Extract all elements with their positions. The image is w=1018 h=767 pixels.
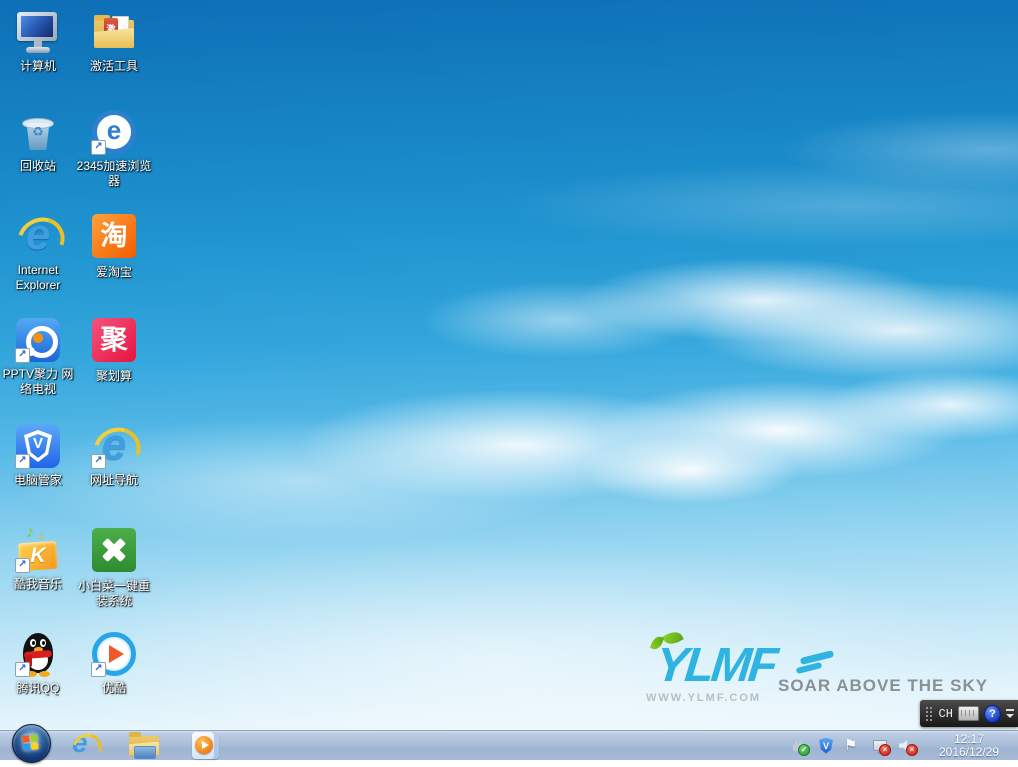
internet-explorer-icon: e ↗ bbox=[90, 422, 138, 470]
qq-penguin-icon: ↗ bbox=[14, 630, 62, 678]
ylmf-url: WWW.YLMF.COM bbox=[646, 692, 761, 704]
mute-badge-icon: × bbox=[906, 744, 918, 756]
desktop-icon-youku[interactable]: ↗ 优酷 bbox=[76, 630, 152, 696]
check-badge-icon: ✓ bbox=[798, 744, 810, 756]
desktop: 计算机 激 激活工具 ♻ 回收站 e ↗ 2345加速浏览器 e Interne… bbox=[0, 0, 1018, 760]
desktop-icon-juhuasuan[interactable]: 聚 聚划算 bbox=[76, 316, 152, 384]
desktop-icon-pptv[interactable]: ↗ PPTV聚力 网络电视 bbox=[0, 316, 76, 397]
icon-label: 计算机 bbox=[0, 59, 76, 74]
desktop-icon-tencent-qq[interactable]: ↗ 腾讯QQ bbox=[0, 630, 76, 696]
icon-label: 回收站 bbox=[0, 159, 76, 174]
recycle-bin-icon: ♻ bbox=[14, 108, 62, 156]
desktop-icon-recycle-bin[interactable]: ♻ 回收站 bbox=[0, 108, 76, 174]
icon-label: PPTV聚力 网络电视 bbox=[0, 367, 76, 397]
kuwo-music-icon: ♪♪ K ↗ bbox=[14, 526, 62, 574]
icon-label: 酷我音乐 bbox=[0, 577, 76, 592]
internet-explorer-icon: e bbox=[70, 732, 100, 760]
taskbar-clock[interactable]: 12:17 2016/12/29 bbox=[926, 733, 1018, 759]
desktop-icon-activation-tools[interactable]: 激 激活工具 bbox=[76, 8, 152, 74]
desktop-icon-url-navigation[interactable]: e ↗ 网址导航 bbox=[76, 422, 152, 488]
shortcut-arrow-icon: ↗ bbox=[15, 454, 30, 469]
desktop-icon-kuwo-music[interactable]: ♪♪ K ↗ 酷我音乐 bbox=[0, 526, 76, 592]
taobao-icon: 淘 bbox=[90, 214, 138, 262]
language-bar[interactable]: CH ? bbox=[920, 700, 1018, 727]
icon-label: 爱淘宝 bbox=[76, 265, 152, 280]
ylmf-logo: YLMF bbox=[653, 640, 777, 692]
taskbar: e ✓ V ⚑ × × bbox=[0, 730, 1018, 760]
taskbar-windows-explorer[interactable] bbox=[128, 732, 162, 760]
shortcut-arrow-icon: ↗ bbox=[15, 558, 30, 573]
drag-grip-icon[interactable] bbox=[925, 706, 934, 722]
youku-play-icon: ↗ bbox=[90, 630, 138, 678]
start-button[interactable] bbox=[12, 724, 51, 763]
desktop-icon-2345-browser[interactable]: e ↗ 2345加速浏览器 bbox=[76, 108, 152, 189]
pptv-icon: ↗ bbox=[14, 316, 62, 364]
taskbar-internet-explorer[interactable]: e bbox=[68, 732, 102, 760]
xiaobaicai-icon bbox=[90, 528, 138, 576]
help-icon[interactable]: ? bbox=[984, 705, 1001, 723]
recycle-glyph: ♻ bbox=[14, 124, 62, 140]
icon-label: 电脑管家 bbox=[0, 473, 76, 488]
desktop-icon-xiaobaicai-reinstall[interactable]: 小白菜一键重装系统 bbox=[76, 526, 152, 609]
shortcut-arrow-icon: ↗ bbox=[15, 662, 30, 677]
media-player-icon bbox=[192, 732, 219, 759]
2345-browser-icon: e ↗ bbox=[90, 108, 138, 156]
ylmf-watermark: YLMF WWW.YLMF.COM SOAR ABOVE THE SKY bbox=[638, 640, 968, 704]
windows-logo-icon bbox=[22, 734, 40, 752]
pc-manager-tray-icon[interactable]: V bbox=[817, 737, 835, 755]
desktop-icon-computer[interactable]: 计算机 bbox=[0, 8, 76, 74]
icon-label: Internet Explorer bbox=[0, 263, 76, 293]
shortcut-arrow-icon: ↗ bbox=[15, 348, 30, 363]
keyboard-icon[interactable] bbox=[958, 706, 979, 721]
language-indicator[interactable]: CH bbox=[939, 707, 953, 721]
shortcut-arrow-icon: ↗ bbox=[91, 454, 106, 469]
desktop-icon-internet-explorer[interactable]: e Internet Explorer bbox=[0, 212, 76, 293]
minimize-icon[interactable] bbox=[1006, 709, 1014, 711]
network-disconnected-icon[interactable]: × bbox=[871, 737, 889, 755]
icon-label: 激活工具 bbox=[76, 59, 152, 74]
usb-device-icon[interactable]: ✓ bbox=[790, 737, 808, 755]
shortcut-arrow-icon: ↗ bbox=[91, 662, 106, 677]
desktop-icon-pc-manager[interactable]: V ↗ 电脑管家 bbox=[0, 422, 76, 488]
error-badge-icon: × bbox=[879, 744, 891, 756]
pc-manager-shield-icon: V ↗ bbox=[14, 422, 62, 470]
taskbar-windows-media-player[interactable] bbox=[188, 732, 222, 760]
shortcut-arrow-icon: ↗ bbox=[91, 140, 106, 155]
action-center-flag-icon[interactable]: ⚑ bbox=[844, 737, 862, 755]
icon-label: 腾讯QQ bbox=[0, 681, 76, 696]
volume-muted-icon[interactable]: × bbox=[898, 737, 916, 755]
desktop-icon-ai-taobao[interactable]: 淘 爱淘宝 bbox=[76, 212, 152, 280]
icon-label: 网址导航 bbox=[76, 473, 152, 488]
computer-icon bbox=[14, 8, 62, 56]
pinned-apps: e bbox=[68, 732, 222, 760]
options-arrow-icon[interactable] bbox=[1006, 714, 1014, 718]
icon-label: 聚划算 bbox=[76, 369, 152, 384]
icon-label: 2345加速浏览器 bbox=[76, 159, 152, 189]
folder-icon bbox=[129, 734, 161, 758]
internet-explorer-icon: e bbox=[14, 212, 62, 260]
juhuasuan-icon: 聚 bbox=[90, 318, 138, 366]
clock-time: 12:17 bbox=[926, 733, 1012, 746]
icon-label: 优酷 bbox=[76, 681, 152, 696]
clock-date: 2016/12/29 bbox=[926, 746, 1012, 759]
system-tray: ✓ V ⚑ × × bbox=[790, 737, 926, 755]
icon-label: 小白菜一键重装系统 bbox=[76, 579, 152, 609]
folder-icon: 激 bbox=[90, 8, 138, 56]
ylmf-slogan: SOAR ABOVE THE SKY bbox=[778, 676, 988, 696]
